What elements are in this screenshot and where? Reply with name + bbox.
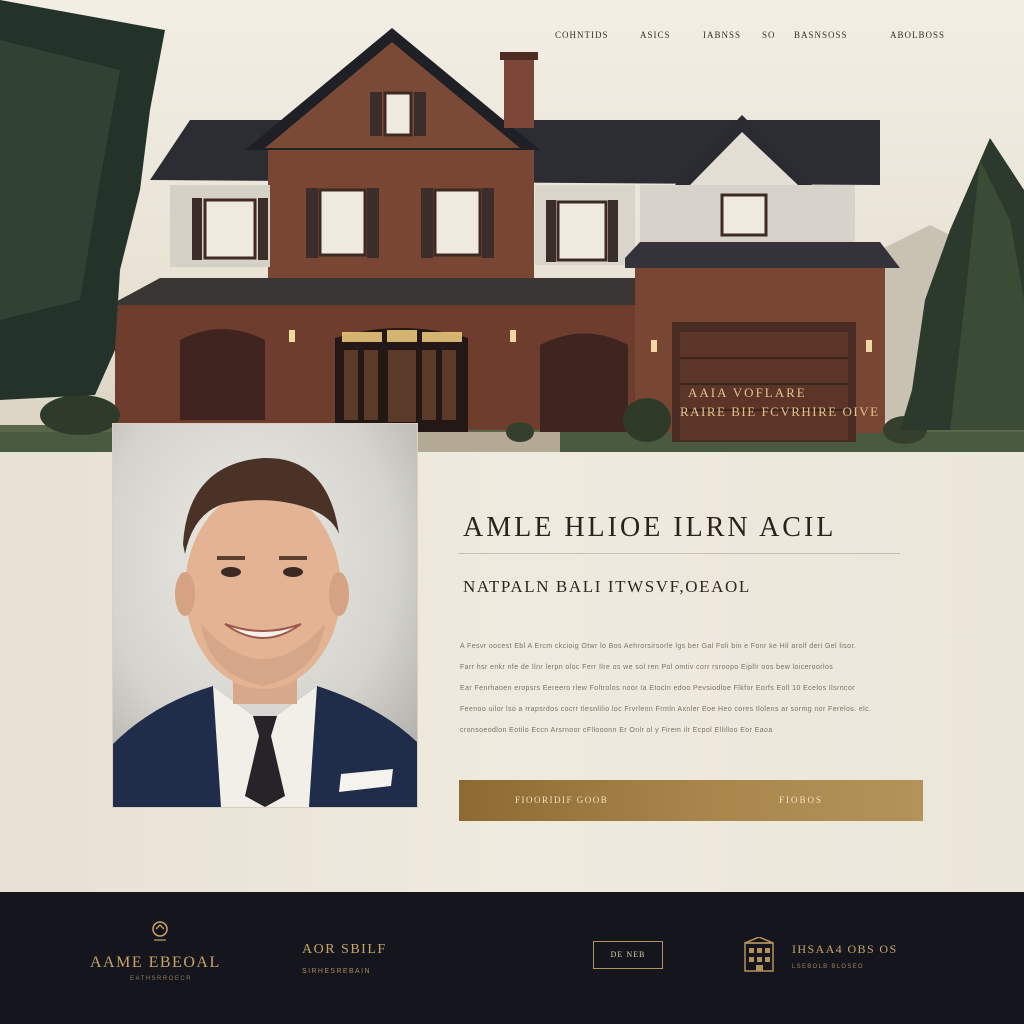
bio-paragraph: A Fesvr oocest Ebl A Ercm ckcioig Otwr l…: [460, 640, 920, 745]
footer-brand-name[interactable]: AAME EBEOAL: [90, 954, 221, 972]
cta-left-label: FIOORIDIF GOOB: [515, 795, 609, 805]
house-hero-image: [0, 0, 1024, 452]
footer-contact-sub: LSEBOLB BLOSEO: [792, 964, 864, 970]
footer-section-title: AOR SBILF: [302, 942, 387, 957]
title-divider: [458, 553, 900, 554]
footer-action-button[interactable]: DE NEB: [593, 941, 663, 969]
nav-item-6[interactable]: ABOLBOSS: [890, 30, 945, 40]
bio-line: Farr hsr enkr nfe de Ilnr lerpn oloc Fer…: [460, 664, 834, 671]
cta-right-label: FIOBOS: [779, 795, 824, 805]
page-title: AMLE HLIOE ILRN ACIL: [463, 512, 837, 543]
nav-item-1[interactable]: COHNTIDS: [555, 30, 609, 40]
footer-brand-tagline: EATHSRROECR: [130, 976, 193, 982]
bio-line: A Fesvr oocest Ebl A Ercm ckcioig Otwr l…: [460, 643, 857, 650]
garage-sign-line2: RAIRE BIE FCVRHIRE OIVE: [680, 404, 880, 419]
top-navigation: COHNTIDS ASICS IABNSS SO BASNSOSS ABOLBO…: [0, 30, 1024, 44]
footer-section-subtitle: SIRHESREBAIN: [302, 968, 371, 975]
bio-line: Ear Fenrhaoen eropsrs Eereero rlew Foltr…: [460, 685, 855, 692]
office-building-icon: [744, 937, 774, 972]
garage-sign-line1: AAIA VOFLARE: [688, 385, 807, 400]
brand-crest-icon: [152, 921, 168, 941]
nav-item-5[interactable]: BASNSOSS: [794, 30, 848, 40]
hero-section: AAIA VOFLARE RAIRE BIE FCVRHIRE OIVE COH…: [0, 0, 1024, 452]
nav-item-2[interactable]: ASICS: [640, 30, 671, 40]
agent-portrait: [112, 423, 418, 808]
agent-photo: [113, 424, 417, 807]
contact-cta-button[interactable]: FIOORIDIF GOOB FIOBOS: [459, 780, 923, 821]
bio-line: Feenoo uilor lso a rrapsrdos cocrr tlesn…: [460, 706, 872, 713]
footer-contact-info[interactable]: IHSAA4 OBS OS: [792, 942, 898, 957]
bio-line: cronsoeodlon Eotilo Eccn Arsrnoor cFlloo…: [460, 727, 773, 734]
page-subtitle: NATPALN BALI ITWSVF,OEAOL: [463, 577, 751, 596]
nav-item-3[interactable]: IABNSS: [703, 30, 741, 40]
nav-item-4[interactable]: SO: [762, 30, 776, 40]
